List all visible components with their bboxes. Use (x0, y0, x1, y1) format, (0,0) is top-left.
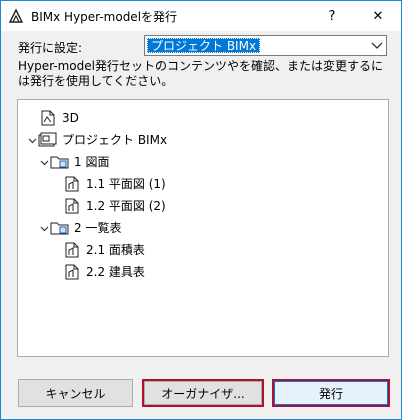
tree-item-label: プロジェクト BIMx (62, 133, 168, 147)
title-bar[interactable]: BIMx Hyper-modelを発行 ? ✕ (1, 1, 401, 31)
description-text: Hyper-model発行セットのコンテンツやを確認、または変更するには発行を使… (18, 59, 383, 88)
tree-item-label: 3D (62, 111, 79, 125)
chevron-down-icon[interactable] (38, 218, 50, 238)
tree-item-layout[interactable]: 2.1 面積表 (62, 240, 145, 260)
chevron-down-icon[interactable] (38, 152, 50, 172)
archicad-app-icon (8, 8, 24, 24)
help-icon: ? (328, 8, 336, 24)
layout-icon (62, 196, 82, 216)
close-icon: ✕ (372, 8, 384, 24)
3d-view-icon (38, 108, 58, 128)
tree-item-label: 2.1 面積表 (86, 243, 145, 257)
window-title: BIMx Hyper-modelを発行 (31, 10, 178, 24)
tree-item-layout[interactable]: 1.2 平面図 (2) (62, 196, 166, 216)
publish-set-label: 発行に設定: (18, 41, 83, 55)
help-button[interactable]: ? (309, 1, 355, 31)
layout-icon (62, 174, 82, 194)
publish-set-selected-value: プロジェクト BIMx (147, 38, 261, 53)
tree-item-3d[interactable]: 3D (26, 108, 79, 128)
folder-icon (50, 218, 70, 238)
layout-icon (62, 262, 82, 282)
organizer-button[interactable]: オーガナイザ... (142, 379, 264, 407)
publish-dialog: BIMx Hyper-modelを発行 ? ✕ 発行に設定: プロジェクト BI… (0, 0, 402, 420)
publish-set-select[interactable]: プロジェクト BIMx (144, 35, 387, 56)
layout-icon (62, 240, 82, 260)
organizer-button-label: オーガナイザ... (161, 386, 245, 401)
tree-item-folder-schedules[interactable]: 2 一覧表 (38, 218, 121, 238)
chevron-down-icon[interactable] (26, 130, 38, 150)
tree-item-layout[interactable]: 2.2 建具表 (62, 262, 145, 282)
tree-item-layout[interactable]: 1.1 平面図 (1) (62, 174, 166, 194)
tree-item-label: 2.2 建具表 (86, 265, 145, 279)
chevron-down-icon (371, 39, 383, 51)
tree-item-folder-drawings[interactable]: 1 図面 (38, 152, 109, 172)
publish-set-tree[interactable]: 3D プロジェクト BIMx 1 図面 1.1 平面図 (1) 1.2 平面図 … (17, 99, 389, 357)
cancel-button-label: キャンセル (45, 386, 106, 401)
publish-button-label: 発行 (318, 386, 343, 401)
tree-item-label: 2 一覧表 (74, 221, 122, 235)
tree-item-project[interactable]: プロジェクト BIMx (26, 130, 167, 150)
folder-icon (50, 152, 70, 172)
project-book-icon (38, 130, 58, 150)
publish-button[interactable]: 発行 (272, 379, 390, 407)
close-button[interactable]: ✕ (355, 1, 401, 31)
tree-item-label: 1.1 平面図 (1) (86, 177, 166, 191)
tree-item-label: 1 図面 (74, 155, 110, 169)
cancel-button[interactable]: キャンセル (18, 379, 133, 407)
tree-item-label: 1.2 平面図 (2) (86, 199, 166, 213)
